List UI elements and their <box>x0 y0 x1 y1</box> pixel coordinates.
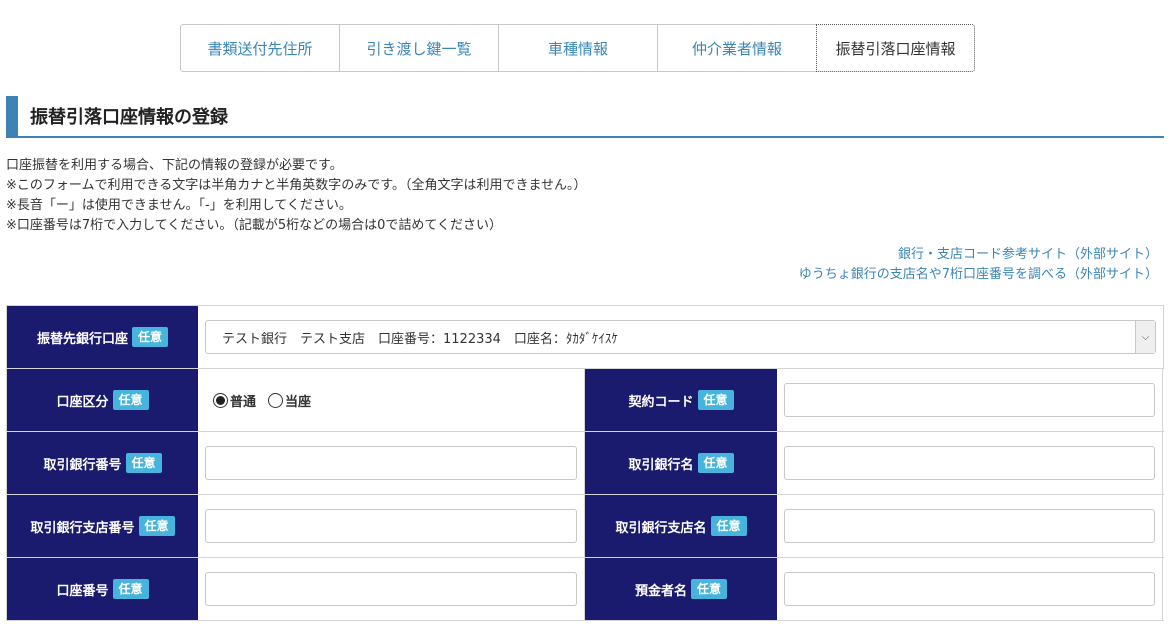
section-title: 振替引落口座情報の登録 <box>6 96 1164 138</box>
radio-checked-icon[interactable] <box>213 392 228 408</box>
tab-debit-account-info[interactable]: 振替引落口座情報 <box>816 24 975 72</box>
radio-toza[interactable]: 当座 <box>268 391 311 410</box>
optional-badge: 任意 <box>138 516 175 536</box>
label-text: 取引銀行番号 <box>43 457 122 473</box>
tab-broker-info[interactable]: 仲介業者情報 <box>657 24 817 72</box>
label-text: 取引銀行名 <box>628 457 694 473</box>
field-value <box>198 432 585 494</box>
field-value <box>198 495 585 557</box>
note-line: ※口座番号は7桁で入力してください。（記載が5桁などの場合は0で詰めてください） <box>6 218 503 233</box>
label-text: 契約コード <box>628 394 694 410</box>
field-label: 取引銀行番号 任意 <box>7 432 198 494</box>
field-label: 契約コード 任意 <box>585 369 777 431</box>
notes: 口座振替を利用する場合、下記の情報の登録が必要です。 ※このフォームで利用できる… <box>6 156 587 236</box>
yucho-branch-lookup-link[interactable]: ゆうちょ銀行の支店名や7桁口座番号を調べる（外部サイト） <box>799 265 1158 285</box>
tab-document-address[interactable]: 書類送付先住所 <box>180 24 340 72</box>
optional-badge: 任意 <box>710 516 747 536</box>
form-row: 取引銀行支店番号 任意 取引銀行支店名 任意 <box>7 495 1164 558</box>
contract-code-input[interactable] <box>784 383 1155 417</box>
field-label: 取引銀行支店番号 任意 <box>7 495 198 557</box>
form-row: 口座番号 任意 預金者名 任意 <box>7 558 1164 621</box>
label-text: 取引銀行支店番号 <box>30 520 135 536</box>
bank-number-input[interactable] <box>205 446 577 480</box>
branch-number-input[interactable] <box>205 509 577 543</box>
chevron-down-icon[interactable]: ⌵ <box>1135 321 1155 353</box>
tab-key-handover-list[interactable]: 引き渡し鍵一覧 <box>339 24 499 72</box>
optional-badge: 任意 <box>112 390 149 410</box>
account-form: 振替先銀行口座 任意 テスト銀行 テスト支店 口座番号：1122334 口座名：… <box>6 305 1164 621</box>
form-row: 口座区分 任意 普通 当座 契約コード 任意 <box>7 369 1164 432</box>
label-text: 口座番号 <box>56 583 109 599</box>
account-number-input[interactable] <box>205 572 577 606</box>
radio-label: 当座 <box>285 394 312 410</box>
depositor-name-input[interactable] <box>784 572 1155 606</box>
label-text: 取引銀行支店名 <box>615 520 707 536</box>
bank-code-reference-link[interactable]: 銀行・支店コード参考サイト（外部サイト） <box>799 245 1158 265</box>
bank-name-input[interactable] <box>784 446 1155 480</box>
tab-bar: 書類送付先住所 引き渡し鍵一覧 車種情報 仲介業者情報 振替引落口座情報 <box>180 24 975 72</box>
field-value <box>198 558 585 620</box>
label-text: 口座区分 <box>56 394 109 410</box>
note-line: ※このフォームで利用できる文字は半角カナと半角英数字のみです。（全角文字は利用で… <box>6 178 587 193</box>
label-text: 預金者名 <box>634 583 687 599</box>
field-value <box>777 495 1163 557</box>
optional-badge: 任意 <box>691 579 728 599</box>
field-value <box>777 558 1163 620</box>
note-line: ※長音「ー」は使用できません。「-」を利用してください。 <box>6 198 352 213</box>
external-links: 銀行・支店コード参考サイト（外部サイト） ゆうちょ銀行の支店名や7桁口座番号を調… <box>799 245 1158 285</box>
note-line: 口座振替を利用する場合、下記の情報の登録が必要です。 <box>6 158 343 173</box>
field-label: 取引銀行名 任意 <box>585 432 777 494</box>
field-label: 口座番号 任意 <box>7 558 198 620</box>
bank-account-select[interactable]: テスト銀行 テスト支店 口座番号：1122334 口座名：ﾀｶﾀﾞｹｲｽｹ ⌵ <box>205 320 1156 354</box>
optional-badge: 任意 <box>125 453 162 473</box>
optional-badge: 任意 <box>112 579 149 599</box>
field-value <box>777 432 1163 494</box>
field-value: 普通 当座 <box>198 369 585 431</box>
radio-unchecked-icon[interactable] <box>268 392 284 408</box>
select-value: テスト銀行 テスト支店 口座番号：1122334 口座名：ﾀｶﾀﾞｹｲｽｹ <box>222 331 618 347</box>
field-label: 振替先銀行口座 任意 <box>7 306 198 368</box>
field-label: 口座区分 任意 <box>7 369 198 431</box>
optional-badge: 任意 <box>132 327 169 347</box>
field-label: 預金者名 任意 <box>585 558 777 620</box>
branch-name-input[interactable] <box>784 509 1155 543</box>
field-value <box>777 369 1163 431</box>
account-type-radio-group: 普通 当座 <box>205 391 311 410</box>
optional-badge: 任意 <box>697 390 734 410</box>
field-label: 取引銀行支店名 任意 <box>585 495 777 557</box>
tab-vehicle-info[interactable]: 車種情報 <box>498 24 658 72</box>
radio-futsu[interactable]: 普通 <box>213 391 256 410</box>
form-row: 取引銀行番号 任意 取引銀行名 任意 <box>7 432 1164 495</box>
field-value: テスト銀行 テスト支店 口座番号：1122334 口座名：ﾀｶﾀﾞｹｲｽｹ ⌵ <box>198 306 1164 368</box>
label-text: 振替先銀行口座 <box>36 331 128 347</box>
form-row-bank-account: 振替先銀行口座 任意 テスト銀行 テスト支店 口座番号：1122334 口座名：… <box>7 306 1164 369</box>
optional-badge: 任意 <box>697 453 734 473</box>
radio-label: 普通 <box>230 394 257 410</box>
